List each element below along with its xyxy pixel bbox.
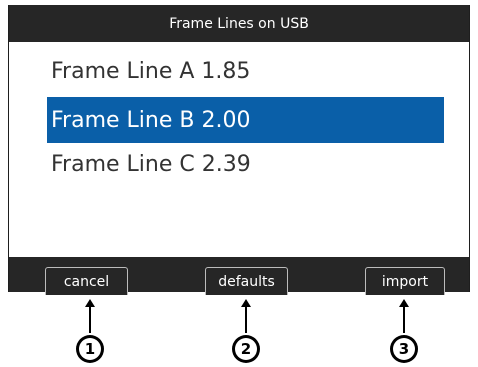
import-button[interactable]: import	[365, 267, 445, 295]
arrow-shaft	[89, 305, 91, 333]
device-screen: Frame Lines on USB Frame Line A 1.85 Fra…	[8, 5, 470, 295]
list-item-label: Frame Line A 1.85	[51, 58, 251, 84]
cancel-button-label: cancel	[63, 273, 110, 290]
list-item-frame-line-c[interactable]: Frame Line C 2.39	[47, 141, 444, 187]
number-circle-icon: 1	[77, 336, 103, 362]
list-item-frame-line-a[interactable]: Frame Line A 1.85	[47, 48, 444, 94]
callout-2: 2	[233, 299, 259, 365]
number-circle-icon: 2	[233, 336, 259, 362]
list-item-frame-line-b[interactable]: Frame Line B 2.00	[47, 97, 444, 143]
list-item-label: Frame Line B 2.00	[51, 107, 251, 133]
defaults-button[interactable]: defaults	[205, 267, 288, 295]
list-item-label: Frame Line C 2.39	[51, 151, 251, 177]
title-bar: Frame Lines on USB	[9, 5, 469, 42]
arrow-shaft	[403, 305, 405, 333]
cancel-button[interactable]: cancel	[45, 267, 128, 295]
callout-number: 2	[235, 338, 257, 360]
callout-1: 1	[77, 299, 103, 365]
softkey-bar: cancel defaults import	[9, 257, 469, 295]
callout-number: 3	[393, 338, 415, 360]
callout-3: 3	[391, 299, 417, 365]
arrow-shaft	[245, 305, 247, 333]
number-circle-icon: 3	[391, 336, 417, 362]
import-button-label: import	[381, 273, 429, 290]
window-title: Frame Lines on USB	[169, 15, 309, 32]
defaults-button-label: defaults	[218, 273, 275, 290]
callout-number: 1	[79, 338, 101, 360]
